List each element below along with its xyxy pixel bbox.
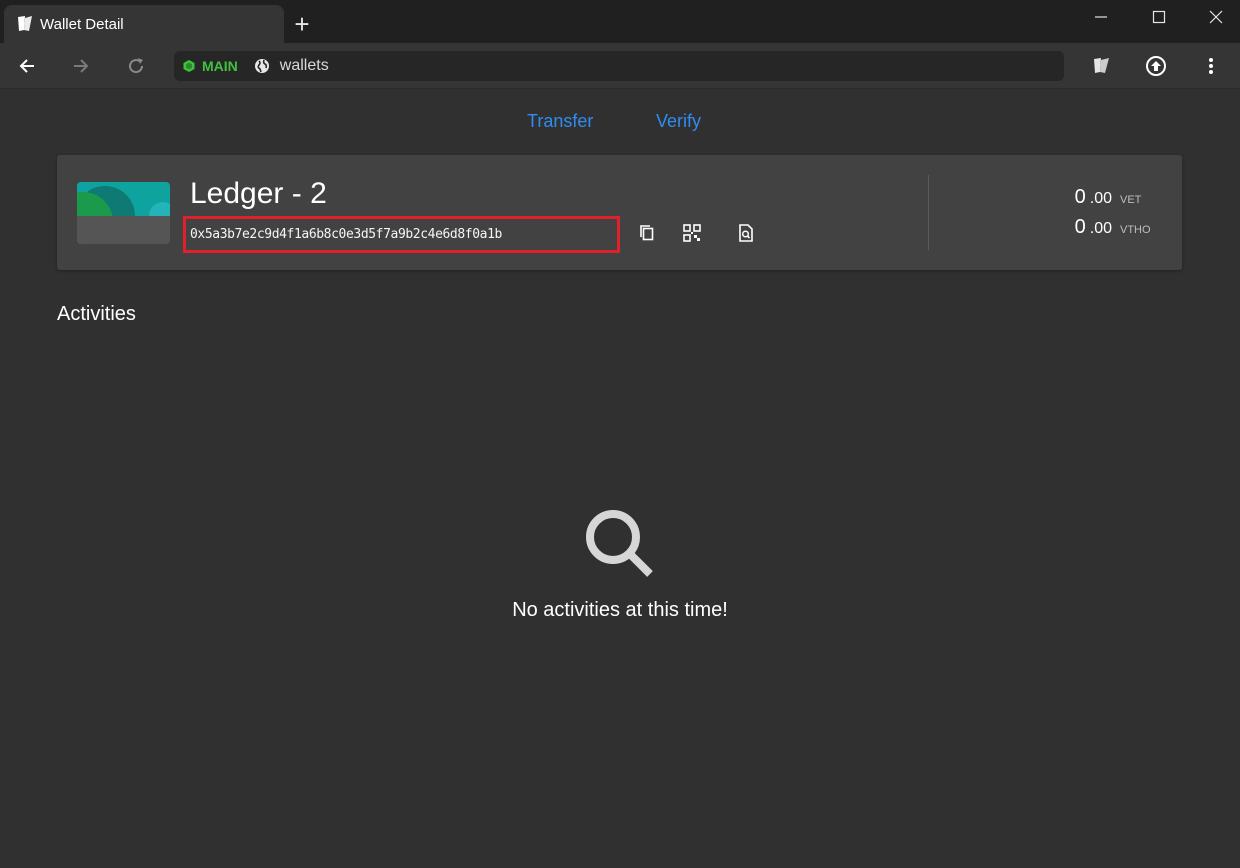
network-label: MAIN (202, 58, 238, 74)
more-menu-button[interactable] (1195, 50, 1227, 82)
balance-vet: 0 .00 VET (1075, 186, 1154, 209)
title-bar: Wallet Detail + (0, 0, 1240, 43)
balance-integer: 0 (1074, 216, 1086, 238)
card-divider (928, 175, 929, 250)
tab-wallet-detail[interactable]: Wallet Detail (4, 5, 284, 43)
wallet-address[interactable]: 0x5a3b7e2c9d4f1a6b8c0e3d5f7a9b2c4e6d8f0a… (190, 227, 612, 242)
close-window-button[interactable] (1188, 0, 1240, 34)
activities-title: Activities (57, 303, 136, 325)
globe-icon (254, 58, 270, 74)
network-hexagon-icon (183, 60, 195, 72)
empty-state-message: No activities at this time! (512, 599, 728, 621)
browser-toolbar: MAIN wallets (0, 43, 1240, 89)
wallet-name: Ledger - 2 (190, 177, 327, 210)
wallet-address-highlight: 0x5a3b7e2c9d4f1a6b8c0e3d5f7a9b2c4e6d8f0a… (183, 216, 620, 253)
transfer-link[interactable]: Transfer (527, 111, 593, 132)
new-tab-button[interactable]: + (288, 10, 316, 38)
search-icon (586, 510, 653, 577)
balance-decimal: .00 (1089, 220, 1112, 237)
main-content: Transfer Verify Ledger - 2 0x5a3b7e2c9d4… (0, 89, 1240, 868)
minimize-icon (1095, 16, 1107, 18)
wallet-card-image (77, 182, 170, 244)
find-in-page-icon (739, 224, 753, 242)
more-vert-icon (1209, 58, 1213, 74)
sync-logo-icon (1094, 58, 1109, 73)
view-explorer-button[interactable] (734, 221, 758, 245)
tab-title: Wallet Detail (40, 15, 124, 33)
copy-address-button[interactable] (635, 221, 659, 245)
balance-unit: VTHO (1120, 224, 1151, 236)
reload-button[interactable] (120, 50, 152, 82)
balance-unit: VET (1120, 194, 1142, 206)
maximize-button[interactable] (1131, 0, 1187, 34)
address-bar[interactable]: MAIN wallets (174, 51, 1064, 81)
url-text: wallets (279, 57, 329, 74)
back-button[interactable] (11, 50, 43, 82)
qr-code-icon (683, 224, 701, 242)
forward-button[interactable] (65, 50, 97, 82)
wallet-card: Ledger - 2 0x5a3b7e2c9d4f1a6b8c0e3d5f7a9… (57, 155, 1182, 270)
reload-icon (129, 58, 144, 74)
forward-icon (74, 59, 89, 73)
upload-button[interactable] (1140, 50, 1172, 82)
minimize-button[interactable] (1073, 0, 1129, 34)
upload-icon (1146, 56, 1166, 76)
sync-extension-button[interactable] (1086, 50, 1118, 82)
balance-decimal: .00 (1089, 190, 1112, 207)
back-icon (19, 59, 34, 73)
sync-logo-icon (16, 14, 36, 34)
copy-icon (640, 225, 654, 241)
balance-integer: 0 (1074, 186, 1086, 208)
balance-vtho: 0 .00 VTHO (1075, 216, 1154, 239)
qr-code-button[interactable] (680, 221, 704, 245)
verify-link[interactable]: Verify (656, 111, 701, 132)
maximize-icon (1152, 10, 1166, 24)
close-icon (1209, 10, 1223, 24)
